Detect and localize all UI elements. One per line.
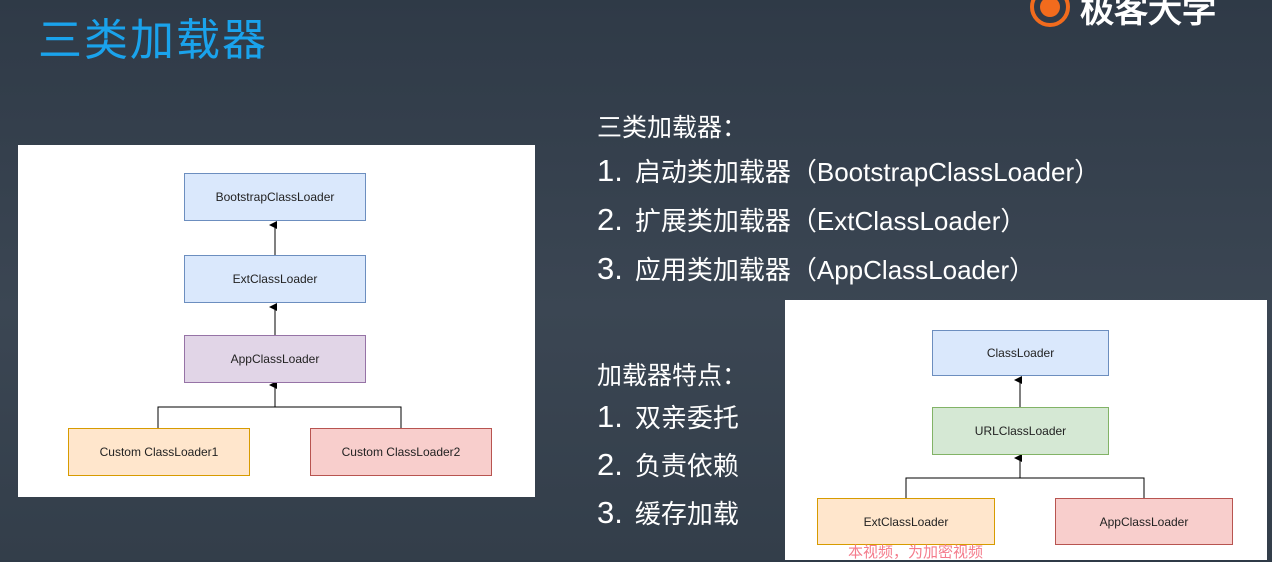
custom-loaders-bracket [157, 406, 402, 430]
feature-item-number: 2. [597, 447, 623, 482]
feature-item-text: 负责依赖 [634, 452, 739, 482]
custom-classloader1-node: Custom ClassLoader1 [68, 428, 250, 476]
loader-item-cn: 启动类加载器（ [634, 158, 817, 188]
loader-item-en: AppClassLoader [816, 255, 1010, 285]
app-classloader-node: AppClassLoader [184, 335, 366, 383]
slide-title: 三类加载器 [38, 15, 268, 66]
encrypted-video-watermark: 本视频，为加密视频 [848, 543, 984, 561]
loader-item-number: 3. [597, 251, 623, 286]
loader-item-number: 2. [597, 202, 623, 237]
feature-item-number: 1. [597, 399, 623, 434]
custom-classloader2-node: Custom ClassLoader2 [310, 428, 492, 476]
logo: 极客大学 [1030, 0, 1216, 32]
feature-item: 2. 负责依赖 [597, 446, 739, 483]
loader-item-number: 1. [597, 153, 623, 188]
loader-item-cn: 应用类加载器（ [634, 256, 817, 286]
geek-logo-icon [1030, 0, 1070, 27]
loader-item: 1. 启动类加载器（BootstrapClassLoader） [597, 152, 1100, 189]
loader-item-close: ） [1009, 256, 1036, 286]
ext-classloader-node: ExtClassLoader [184, 255, 366, 303]
feature-item: 3. 缓存加载 [597, 494, 739, 531]
urlclassloader-node: URLClassLoader [932, 407, 1109, 455]
logo-text: 极客大学 [1080, 0, 1216, 31]
loaders-heading: 三类加载器： [597, 113, 748, 142]
classloader-node: ClassLoader [932, 330, 1109, 376]
features-heading: 加载器特点： [597, 361, 748, 390]
feature-item-text: 缓存加载 [634, 500, 739, 530]
loader-item-close: ） [1074, 158, 1101, 188]
feature-item-text: 双亲委托 [634, 404, 739, 434]
loader-item-en: ExtClassLoader [816, 206, 1001, 236]
classloader-inheritance-diagram: ClassLoader URLClassLoader ExtClassLoade… [785, 300, 1267, 560]
loader-item-en: BootstrapClassLoader [816, 157, 1075, 187]
ext-classloader-node-right: ExtClassLoader [817, 498, 995, 545]
bootstrap-classloader-node: BootstrapClassLoader [184, 173, 366, 221]
feature-item: 1. 双亲委托 [597, 398, 739, 435]
loader-item: 3. 应用类加载器（AppClassLoader） [597, 250, 1035, 287]
app-classloader-node-right: AppClassLoader [1055, 498, 1233, 545]
loader-item-close: ） [1000, 207, 1027, 237]
classloader-hierarchy-diagram: BootstrapClassLoader ExtClassLoader AppC… [18, 145, 535, 497]
feature-item-number: 3. [597, 495, 623, 530]
loader-item: 2. 扩展类加载器（ExtClassLoader） [597, 201, 1026, 238]
ext-app-bracket [905, 477, 1145, 498]
loader-item-cn: 扩展类加载器（ [634, 207, 817, 237]
